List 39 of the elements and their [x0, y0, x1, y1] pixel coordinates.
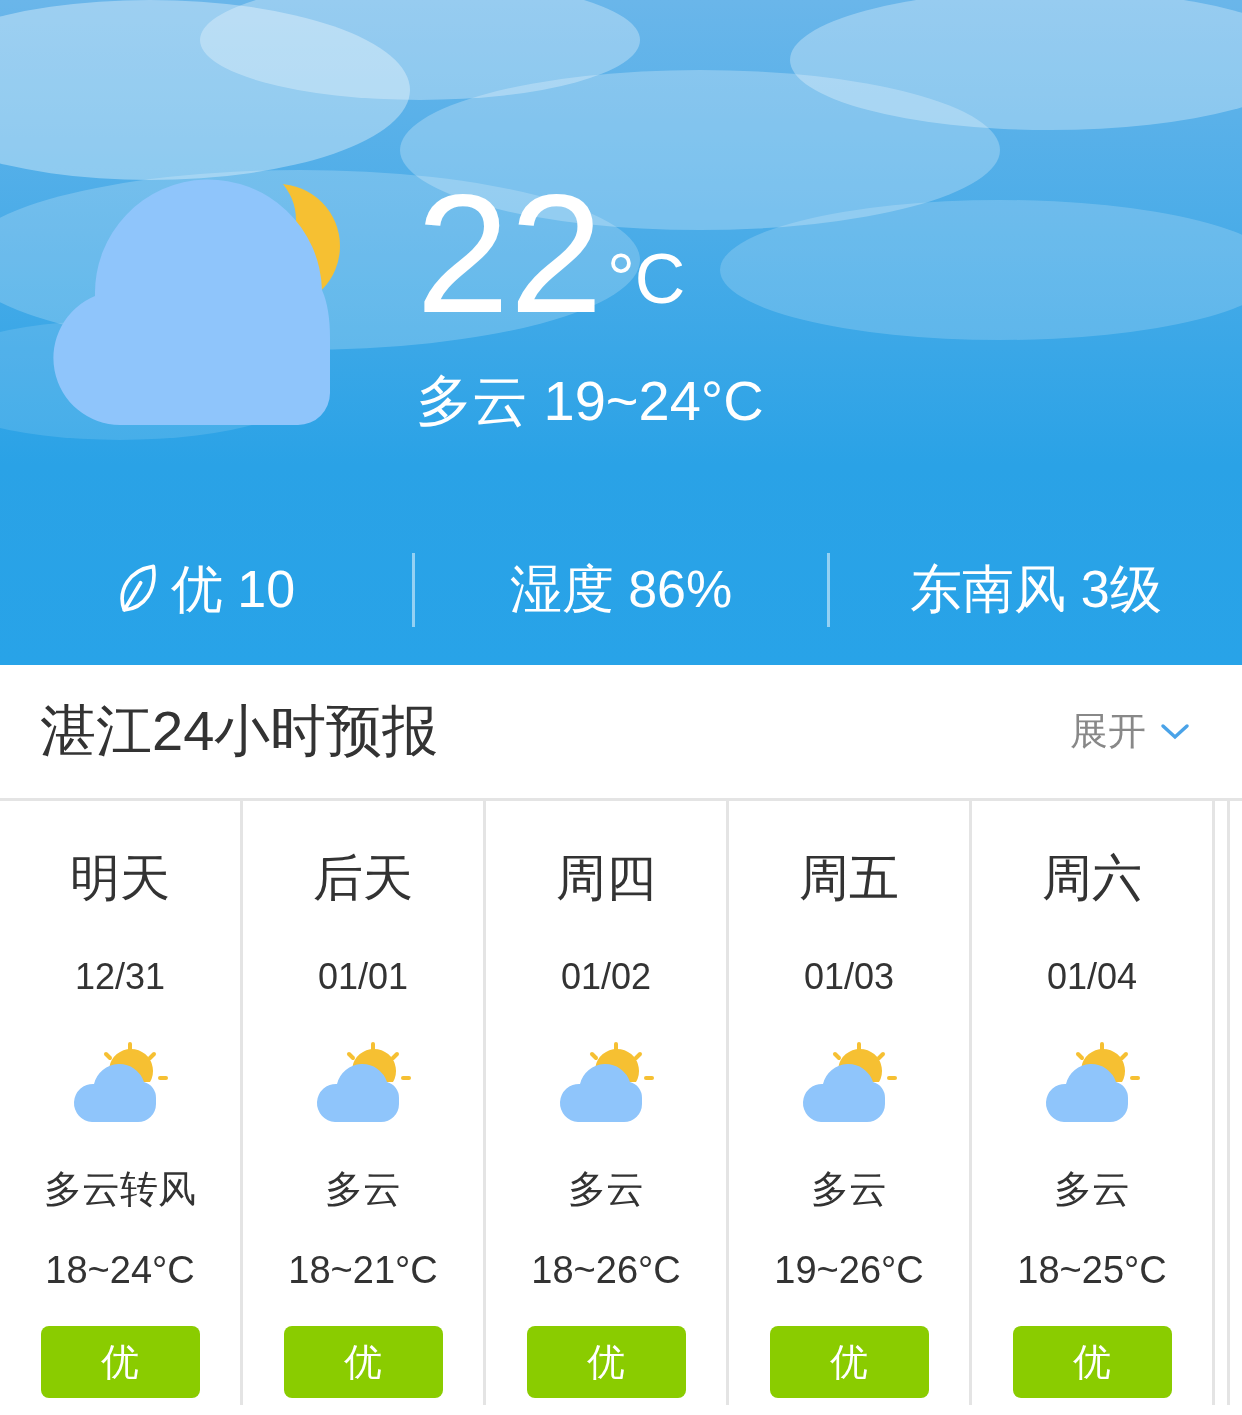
weather-stat: 湿度 86%	[509, 559, 733, 620]
day-name: 周六	[1042, 849, 1142, 908]
temperature-range: 19~26°C	[774, 1249, 924, 1292]
date: 01/02	[560, 956, 652, 998]
weather-condition: 多云	[811, 1167, 887, 1212]
day-name: 明天	[70, 849, 170, 908]
partly-cloudy-icon	[315, 1042, 411, 1122]
air-quality-badge: 优	[769, 1326, 929, 1398]
date: 01/04	[1046, 956, 1138, 998]
date: 01/01	[317, 956, 409, 998]
air-quality: 优 10	[170, 559, 296, 620]
partly-cloudy-icon	[72, 1042, 168, 1122]
partly-cloudy-icon	[558, 1042, 654, 1122]
temperature-unit: °C	[606, 244, 686, 314]
temperature-range: 18~24°C	[45, 1249, 195, 1292]
partly-cloudy-icon	[1044, 1042, 1140, 1122]
weather-condition: 多云转风	[44, 1167, 196, 1212]
temperature-range: 18~21°C	[288, 1249, 438, 1292]
current-temperature: 22	[416, 184, 603, 324]
temperature-range: 18~25°C	[1017, 1249, 1167, 1292]
day-name: 周四	[556, 849, 656, 908]
forecast-title: 湛江24小时预报	[40, 697, 439, 764]
air-quality-badge: 优	[40, 1326, 200, 1398]
date: 01/03	[803, 956, 895, 998]
day-name: 后天	[313, 849, 413, 908]
weather-stat: 东南风 3级	[910, 559, 1162, 620]
expand-button[interactable]: 展开	[1070, 706, 1190, 757]
weather-condition: 多云	[325, 1167, 401, 1212]
chevron-down-icon	[1160, 722, 1190, 741]
air-quality-badge: 优	[1012, 1326, 1172, 1398]
weather-summary: 多云 19~24°C	[416, 368, 764, 434]
temperature-range: 18~26°C	[531, 1249, 681, 1292]
day-name: 周五	[799, 849, 899, 908]
date: 12/31	[74, 956, 166, 998]
air-quality-badge: 优	[283, 1326, 443, 1398]
weather-condition: 多云	[568, 1167, 644, 1212]
partly-cloudy-icon	[801, 1042, 897, 1122]
air-quality-badge: 优	[526, 1326, 686, 1398]
weather-condition: 多云	[1054, 1167, 1130, 1212]
